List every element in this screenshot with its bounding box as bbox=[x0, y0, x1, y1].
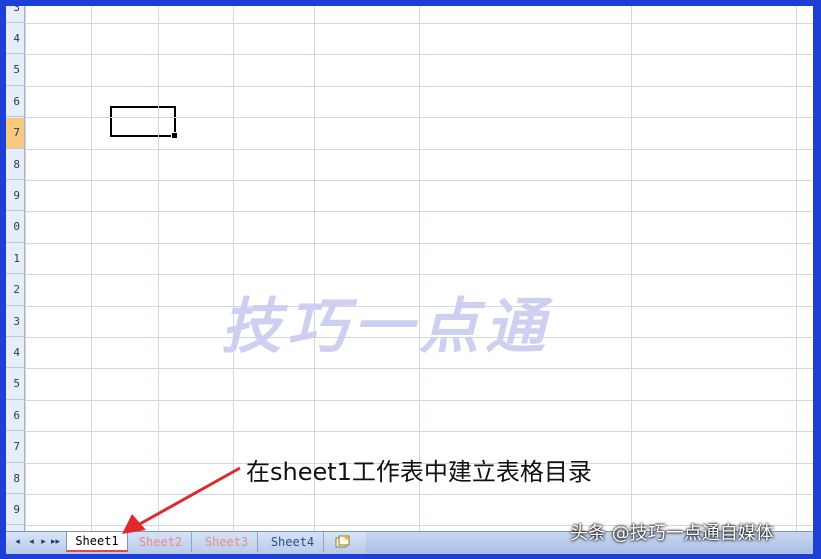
row-header[interactable]: 5 bbox=[6, 55, 24, 86]
row-header[interactable]: 3 bbox=[6, 6, 24, 23]
row-header[interactable]: 0 bbox=[6, 212, 24, 243]
sheet-tab-2[interactable]: Sheet2 bbox=[130, 532, 192, 552]
sheet-tab-label: Sheet1 bbox=[75, 534, 119, 548]
row-header[interactable]: 9 bbox=[6, 180, 24, 212]
sheet-tab-label: Sheet4 bbox=[270, 535, 315, 549]
grid-column-line bbox=[91, 6, 92, 533]
sheet-tab-label: Sheet3 bbox=[204, 535, 249, 549]
row-header[interactable]: 8 bbox=[6, 463, 24, 494]
row-header[interactable]: 9 bbox=[6, 494, 24, 526]
row-header[interactable]: 4 bbox=[6, 337, 24, 369]
row-header[interactable]: 1 bbox=[6, 243, 24, 275]
sheet-tab-label: Sheet2 bbox=[138, 535, 183, 549]
row-header[interactable]: 2 bbox=[6, 275, 24, 306]
row-header-column: 34567890123456789 bbox=[6, 6, 25, 533]
sheet-tab-3[interactable]: Sheet3 bbox=[196, 532, 258, 552]
nav-last-sheet-button[interactable]: ▸▸ bbox=[50, 535, 61, 549]
insert-sheet-icon bbox=[335, 535, 350, 548]
nav-first-sheet-button[interactable]: ◂ bbox=[12, 535, 23, 549]
row-header[interactable]: 8 bbox=[6, 149, 24, 180]
nav-next-sheet-button[interactable]: ▸ bbox=[38, 535, 49, 549]
sheet-tab-4[interactable]: Sheet4 bbox=[262, 532, 324, 552]
grid-column-line bbox=[25, 6, 26, 533]
active-cell[interactable] bbox=[110, 106, 178, 139]
row-header[interactable]: 3 bbox=[6, 306, 24, 337]
grid-column-line bbox=[233, 6, 234, 533]
nav-prev-icon: ◂ bbox=[29, 537, 34, 547]
row-header[interactable]: 6 bbox=[6, 86, 24, 118]
row-header[interactable]: 7 bbox=[6, 117, 24, 149]
credit-watermark: 头条 @技巧一点通自媒体 bbox=[570, 523, 774, 544]
insert-sheet-button[interactable] bbox=[331, 534, 355, 550]
nav-next-icon: ▸ bbox=[41, 537, 46, 547]
sheet-tab-1[interactable]: Sheet1 bbox=[66, 532, 128, 552]
excel-window: 34567890123456789 技巧一点通 在sheet1工作表中建立表格目… bbox=[6, 6, 813, 553]
annotation-text: 在sheet1工作表中建立表格目录 bbox=[246, 458, 592, 486]
nav-last-icon: ▸▸ bbox=[50, 537, 61, 547]
row-header[interactable]: 7 bbox=[6, 432, 24, 463]
row-header[interactable]: 6 bbox=[6, 400, 24, 432]
nav-first-icon: ◂ bbox=[15, 537, 20, 547]
grid-column-line bbox=[158, 6, 159, 533]
watermark: 技巧一点通 bbox=[221, 292, 551, 362]
nav-prev-sheet-button[interactable]: ◂ bbox=[26, 535, 37, 549]
grid-column-line bbox=[796, 6, 797, 533]
grid-column-line bbox=[631, 6, 632, 533]
row-header[interactable]: 5 bbox=[6, 369, 24, 400]
row-header[interactable]: 4 bbox=[6, 23, 24, 55]
